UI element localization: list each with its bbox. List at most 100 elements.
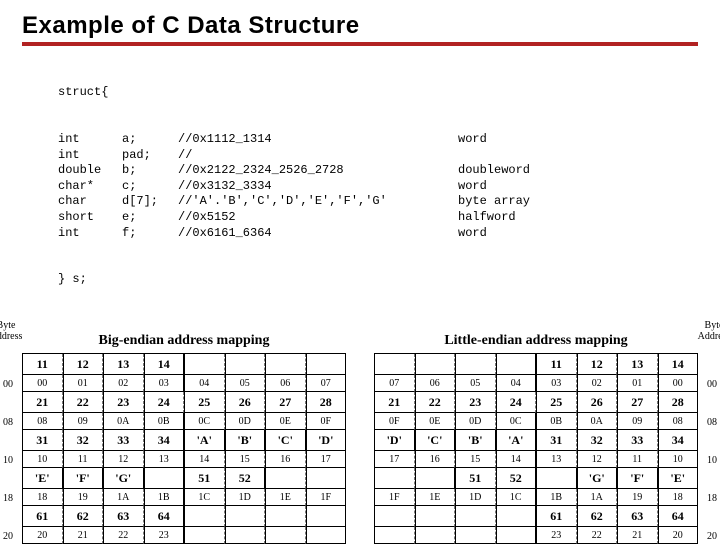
address-cell: 08 [22, 413, 63, 430]
value-cell: 34 [144, 430, 185, 451]
big-endian-title: Big-endian address mapping [22, 333, 346, 349]
row-byte-address: 00 [0, 379, 18, 390]
value-row: 'D''C''B''A'31323334 [374, 430, 698, 451]
struct-field-row: char*c;//0x3132_3334word [58, 179, 698, 195]
address-cell: 0B [536, 413, 577, 430]
value-cell: 14 [658, 354, 699, 375]
address-cell: 19 [617, 489, 658, 506]
value-cell: 32 [63, 430, 104, 451]
field-annotation: word [458, 132, 487, 148]
value-cell: 61 [536, 506, 577, 527]
address-cell: 1B [536, 489, 577, 506]
address-cell: 11 [617, 451, 658, 468]
address-cell: 12 [103, 451, 144, 468]
address-cell: 1F [306, 489, 347, 506]
value-cell: 'A' [496, 430, 537, 451]
value-cell: 31 [536, 430, 577, 451]
address-row: 000706050403020100 [374, 375, 698, 392]
address-cell: 04 [496, 375, 537, 392]
byte-address-label: Byte Address [0, 321, 24, 342]
address-cell: 1A [577, 489, 618, 506]
address-cell: 1D [455, 489, 496, 506]
value-cell [374, 506, 415, 527]
row-byte-address: 20 [0, 531, 18, 542]
value-cell [415, 506, 456, 527]
address-cell [225, 527, 266, 544]
field-name: d[7]; [122, 194, 178, 210]
value-cell: 27 [265, 392, 306, 413]
value-row: 11121314 [374, 354, 698, 375]
value-cell: 52 [225, 468, 266, 489]
address-cell [184, 527, 225, 544]
value-cell: 64 [144, 506, 185, 527]
address-cell: 07 [374, 375, 415, 392]
value-cell: 27 [617, 392, 658, 413]
value-cell: 23 [103, 392, 144, 413]
address-cell: 05 [455, 375, 496, 392]
value-cell: 13 [103, 354, 144, 375]
type-kw: char [58, 194, 122, 210]
value-cell: 52 [496, 468, 537, 489]
value-cell [496, 354, 537, 375]
value-cell [265, 354, 306, 375]
value-cell: 'E' [658, 468, 699, 489]
type-kw: double [58, 163, 122, 179]
value-row: 31323334'A''B''C''D' [22, 430, 346, 451]
address-cell: 17 [306, 451, 347, 468]
value-cell: 'F' [63, 468, 104, 489]
value-cell: 24 [496, 392, 537, 413]
value-row: 11121314 [22, 354, 346, 375]
value-cell: 28 [306, 392, 347, 413]
field-comment: //0x6161_6364 [178, 226, 458, 242]
title-rule [22, 42, 698, 46]
address-cell: 0F [374, 413, 415, 430]
value-row: 2122232425262728 [374, 392, 698, 413]
type-kw: short [58, 210, 122, 226]
address-cell: 09 [63, 413, 104, 430]
address-cell: 03 [536, 375, 577, 392]
value-cell: 25 [184, 392, 225, 413]
address-cell: 22 [577, 527, 618, 544]
address-cell: 1F [374, 489, 415, 506]
value-cell: 'E' [22, 468, 63, 489]
value-cell: 'D' [374, 430, 415, 451]
value-cell [415, 354, 456, 375]
row-byte-address: 10 [0, 455, 18, 466]
row-byte-address: 10 [702, 455, 720, 466]
address-row: 080F0E0D0C0B0A0908 [374, 413, 698, 430]
address-cell: 20 [22, 527, 63, 544]
address-row: 101716151413121110 [374, 451, 698, 468]
address-cell: 13 [536, 451, 577, 468]
address-cell: 02 [103, 375, 144, 392]
address-cell: 0C [184, 413, 225, 430]
address-cell: 1E [415, 489, 456, 506]
value-cell: 21 [374, 392, 415, 413]
value-cell: 14 [144, 354, 185, 375]
address-cell: 0E [415, 413, 456, 430]
address-cell: 14 [184, 451, 225, 468]
field-name: f; [122, 226, 178, 242]
address-cell: 0E [265, 413, 306, 430]
value-cell: 26 [225, 392, 266, 413]
struct-field-row: doubleb;//0x2122_2324_2526_2728doublewor… [58, 163, 698, 179]
field-comment: //0x2122_2324_2526_2728 [178, 163, 458, 179]
value-cell [455, 354, 496, 375]
row-byte-address: 18 [702, 493, 720, 504]
address-cell: 0D [455, 413, 496, 430]
field-comment: //0x5152 [178, 210, 458, 226]
value-cell: 33 [103, 430, 144, 451]
row-byte-address: 18 [0, 493, 18, 504]
field-annotation: word [458, 226, 487, 242]
row-byte-address: 20 [702, 531, 720, 542]
address-cell [415, 527, 456, 544]
address-cell: 0A [103, 413, 144, 430]
field-name: pad; [122, 148, 178, 164]
type-kw: int [58, 132, 122, 148]
address-cell: 0D [225, 413, 266, 430]
value-cell: 11 [536, 354, 577, 375]
value-cell: 12 [577, 354, 618, 375]
address-row: 1818191A1B1C1D1E1F [22, 489, 346, 506]
value-row: 61626364 [22, 506, 346, 527]
big-endian-block: Byte Address Big-endian address mapping … [22, 333, 346, 544]
address-cell: 06 [265, 375, 306, 392]
